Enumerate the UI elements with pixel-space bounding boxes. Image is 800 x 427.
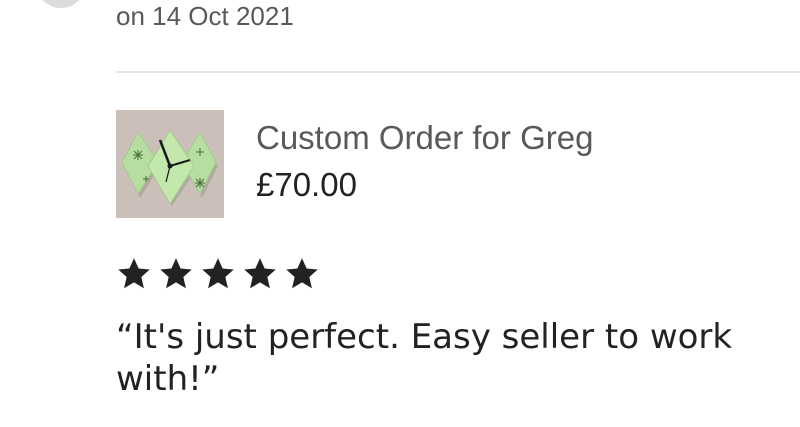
green-clock-thumbnail-icon (116, 110, 224, 218)
item-price: £70.00 (256, 166, 357, 203)
item-thumbnail[interactable] (116, 110, 224, 218)
star-filled-icon (244, 258, 276, 289)
review-date: on 14 Oct 2021 (116, 1, 294, 31)
reviewer-avatar[interactable] (36, 0, 86, 8)
star-filled-icon (202, 258, 234, 289)
review-text: “It's just perfect. Easy seller to work … (116, 317, 733, 399)
divider (116, 71, 800, 73)
star-rating (116, 256, 320, 296)
item-title-link[interactable]: Custom Order for Greg (256, 118, 593, 158)
star-filled-icon (118, 258, 150, 289)
star-filled-icon (286, 258, 318, 289)
star-filled-icon (160, 258, 192, 289)
